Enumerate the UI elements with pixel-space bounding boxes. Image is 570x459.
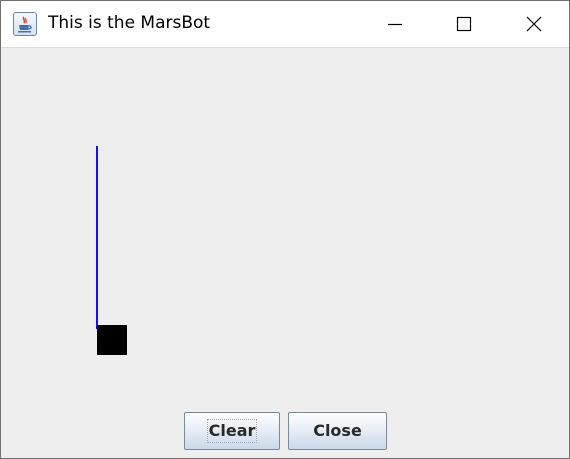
minimize-button[interactable]: [372, 1, 418, 47]
window-title: This is the MarsBot: [48, 13, 211, 33]
close-button[interactable]: Close: [288, 412, 387, 450]
drawing-canvas: Clear Close: [1, 48, 569, 458]
clear-button-label: Clear: [206, 419, 258, 443]
marsbot-window: This is the MarsBot Clear Close: [0, 0, 570, 459]
close-button-label: Close: [313, 421, 362, 440]
robot-path-trail: [96, 146, 98, 329]
close-window-button[interactable]: [511, 1, 557, 47]
minimize-icon: [388, 23, 402, 26]
maximize-icon: [456, 16, 472, 32]
clear-button[interactable]: Clear: [184, 412, 280, 450]
marsbot-robot: [97, 325, 127, 355]
maximize-button[interactable]: [441, 1, 487, 47]
java-coffee-cup-icon: [13, 12, 37, 36]
title-bar[interactable]: This is the MarsBot: [1, 1, 569, 48]
close-icon: [526, 16, 542, 32]
